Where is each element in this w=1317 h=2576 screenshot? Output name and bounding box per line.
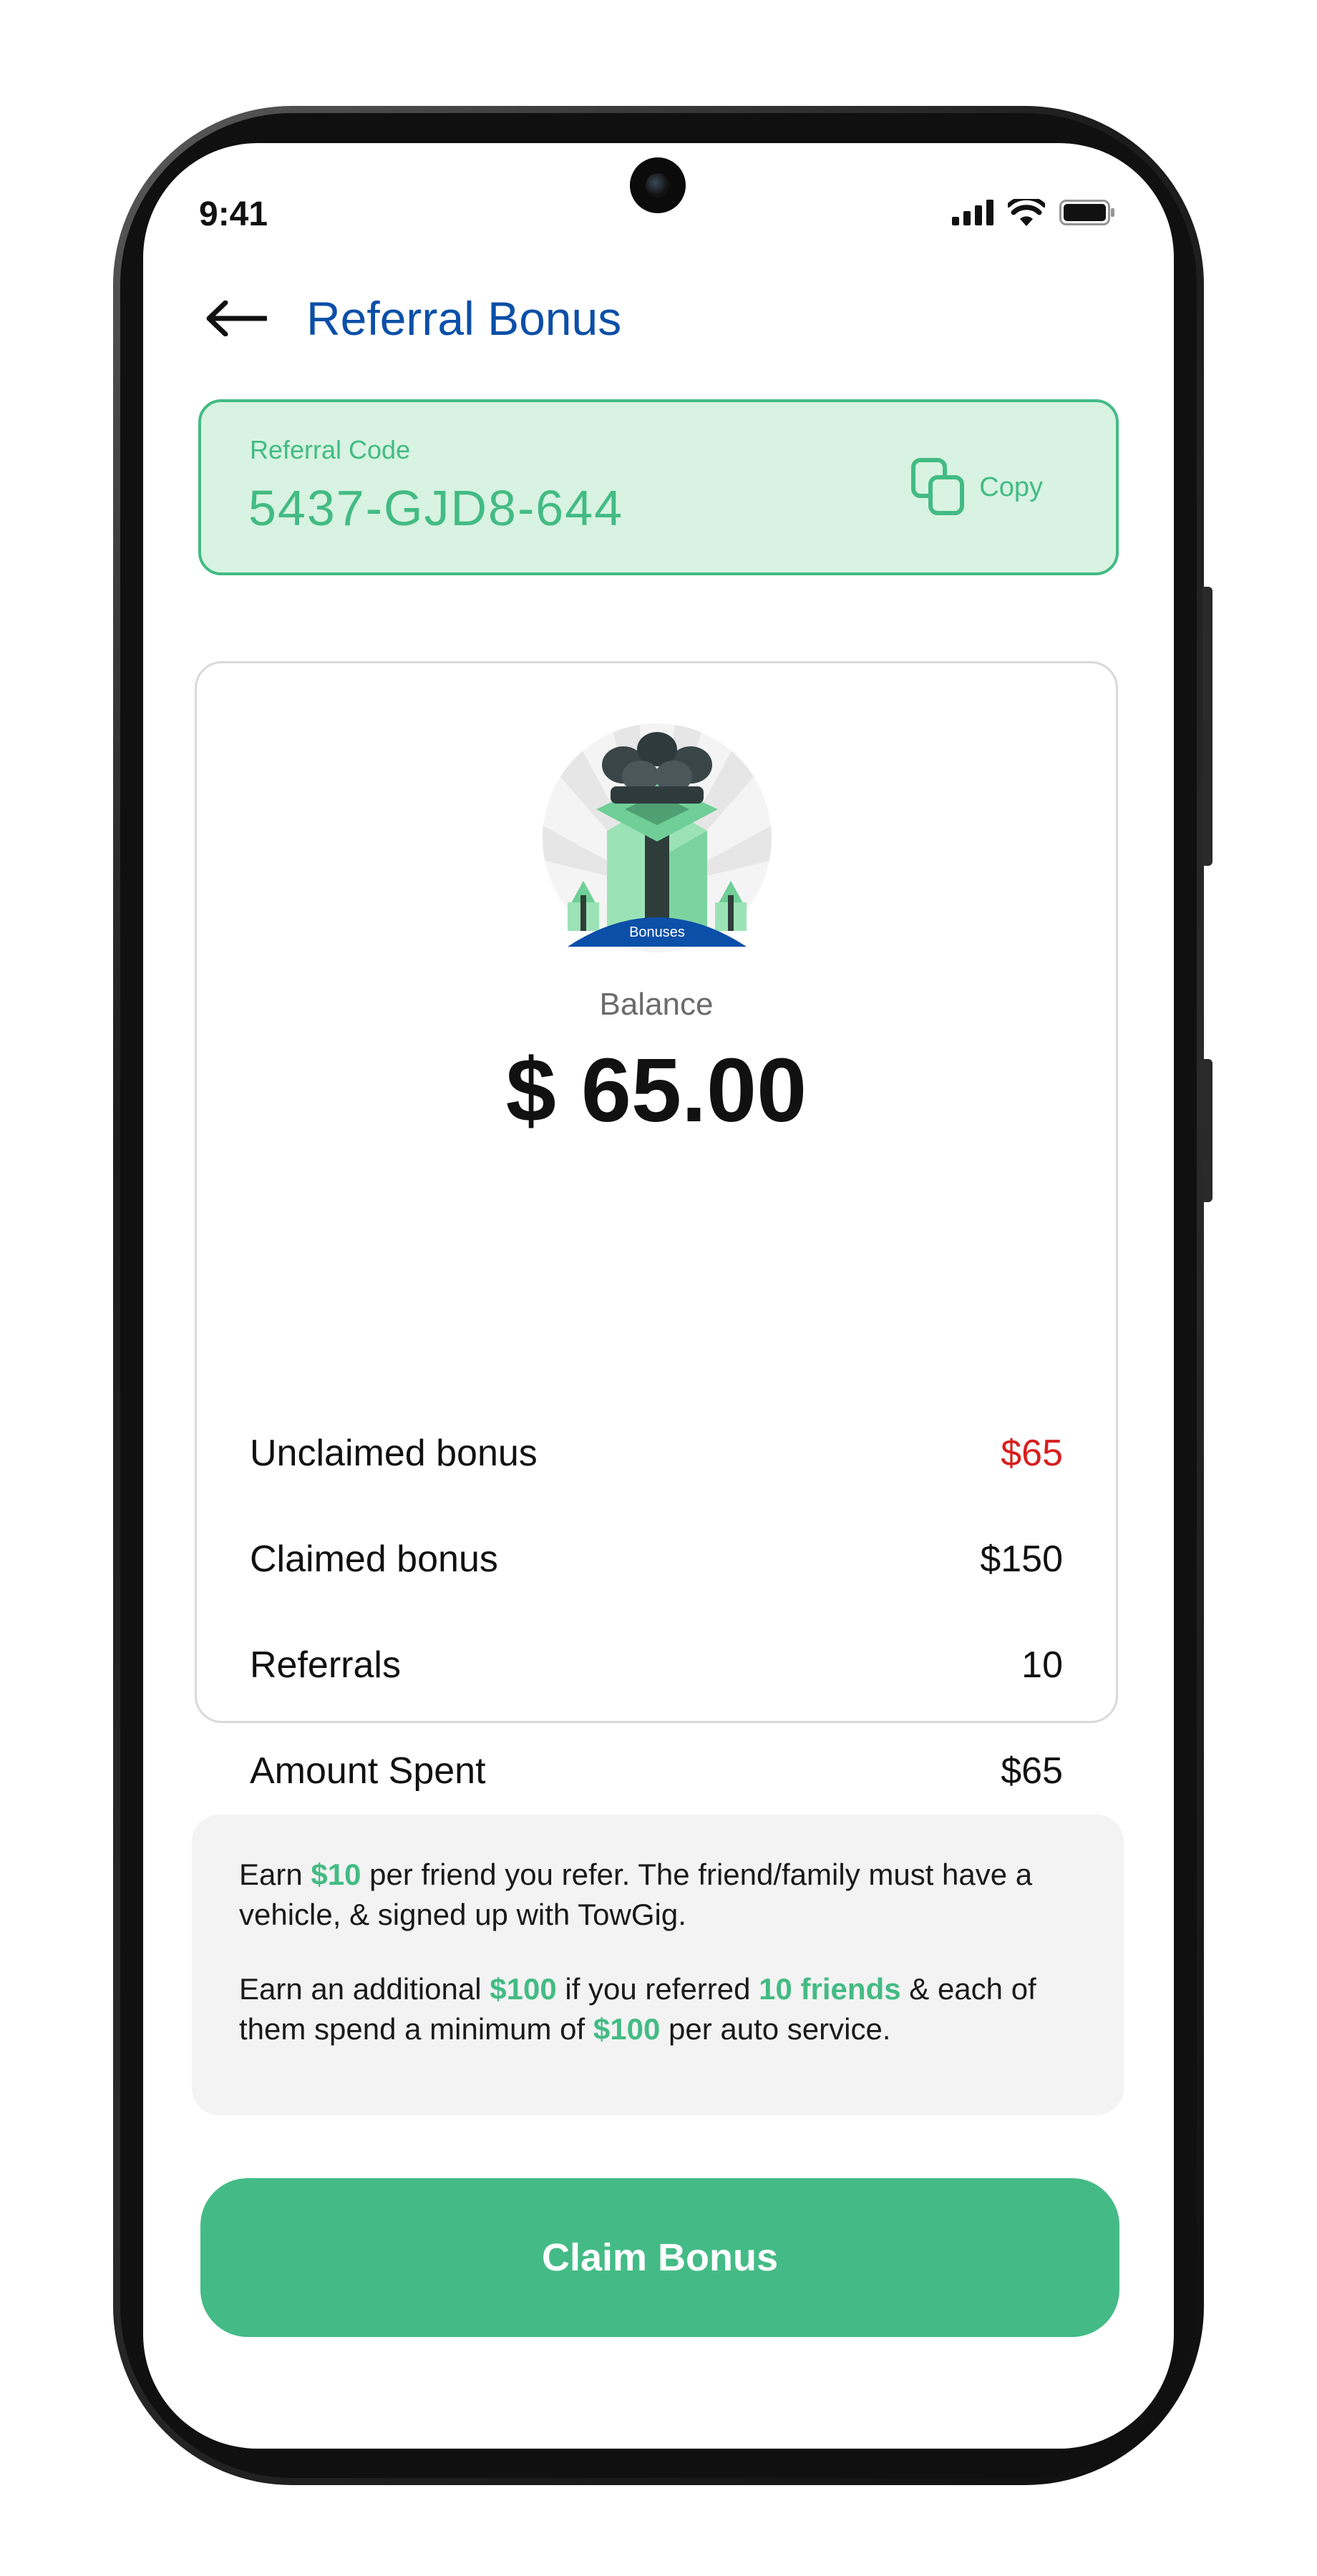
referral-code-label: Referral Code [250, 435, 411, 464]
claim-bonus-button[interactable]: Claim Bonus [200, 2178, 1119, 2337]
stat-label: Claimed bonus [250, 1538, 498, 1580]
info-highlight: $100 [490, 1972, 557, 2006]
stat-row-referrals: Referrals 10 [250, 1636, 1063, 1694]
stat-label: Unclaimed bonus [250, 1433, 538, 1474]
stat-label: Referrals [250, 1644, 401, 1686]
balance-label: Balance [599, 987, 714, 1022]
info-highlight: 10 friends [759, 1972, 901, 2006]
info-text: if you referred [556, 1972, 759, 2006]
stat-value: $65 [1001, 1750, 1063, 1792]
battery-icon [1059, 200, 1114, 225]
referral-code-card: Referral Code 5437-GJD8-644 Copy [198, 399, 1119, 575]
app-screen: 9:41 Referral Bonus Referral Code 5437-G… [143, 143, 1174, 2449]
copy-label: Copy [979, 472, 1043, 502]
info-text: Earn an additional [239, 1972, 490, 2006]
arrow-left-icon [206, 301, 267, 336]
bonuses-badge-text: Bonuses [629, 924, 685, 940]
stat-row-amount-spent: Amount Spent $65 [250, 1742, 1063, 1800]
info-highlight: $100 [593, 2012, 661, 2046]
copy-icon [911, 458, 965, 515]
status-time: 9:41 [199, 195, 268, 233]
stat-row-claimed: Claimed bonus $150 [250, 1531, 1063, 1588]
stat-value: 10 [1021, 1644, 1063, 1686]
wifi-icon [1008, 199, 1045, 226]
balance-card: Bonuses Balance $ 65.00 Unclaimed bonus … [195, 661, 1118, 1792]
stat-value: $65 [1001, 1433, 1063, 1474]
info-highlight: $10 [311, 1858, 361, 1891]
balance-amount: $ 65.00 [505, 1040, 807, 1141]
info-text: per auto service. [660, 2012, 891, 2046]
stat-row-unclaimed: Unclaimed bonus $65 [250, 1425, 1063, 1482]
page-title: Referral Bonus [306, 292, 622, 345]
gift-bonus-illustration: Bonuses [543, 723, 772, 952]
side-button-upper [1202, 587, 1212, 866]
front-camera [630, 157, 686, 213]
side-button-lower [1202, 1059, 1212, 1202]
back-button[interactable] [200, 290, 272, 347]
status-icons [952, 199, 1115, 226]
referral-code-value: 5437-GJD8-644 [248, 480, 624, 536]
info-text: Earn [239, 1858, 311, 1891]
stat-label: Amount Spent [250, 1750, 486, 1792]
referral-info-panel: Earn $10 per friend you refer. The frien… [192, 1815, 1124, 2115]
copy-button[interactable]: Copy [910, 455, 1043, 519]
stat-value: $150 [980, 1538, 1063, 1580]
info-paragraph-2: Earn an additional $100 if you referred … [239, 1969, 1077, 2049]
cellular-signal-icon [952, 200, 993, 225]
info-paragraph-1: Earn $10 per friend you refer. The frien… [239, 1855, 1077, 1935]
